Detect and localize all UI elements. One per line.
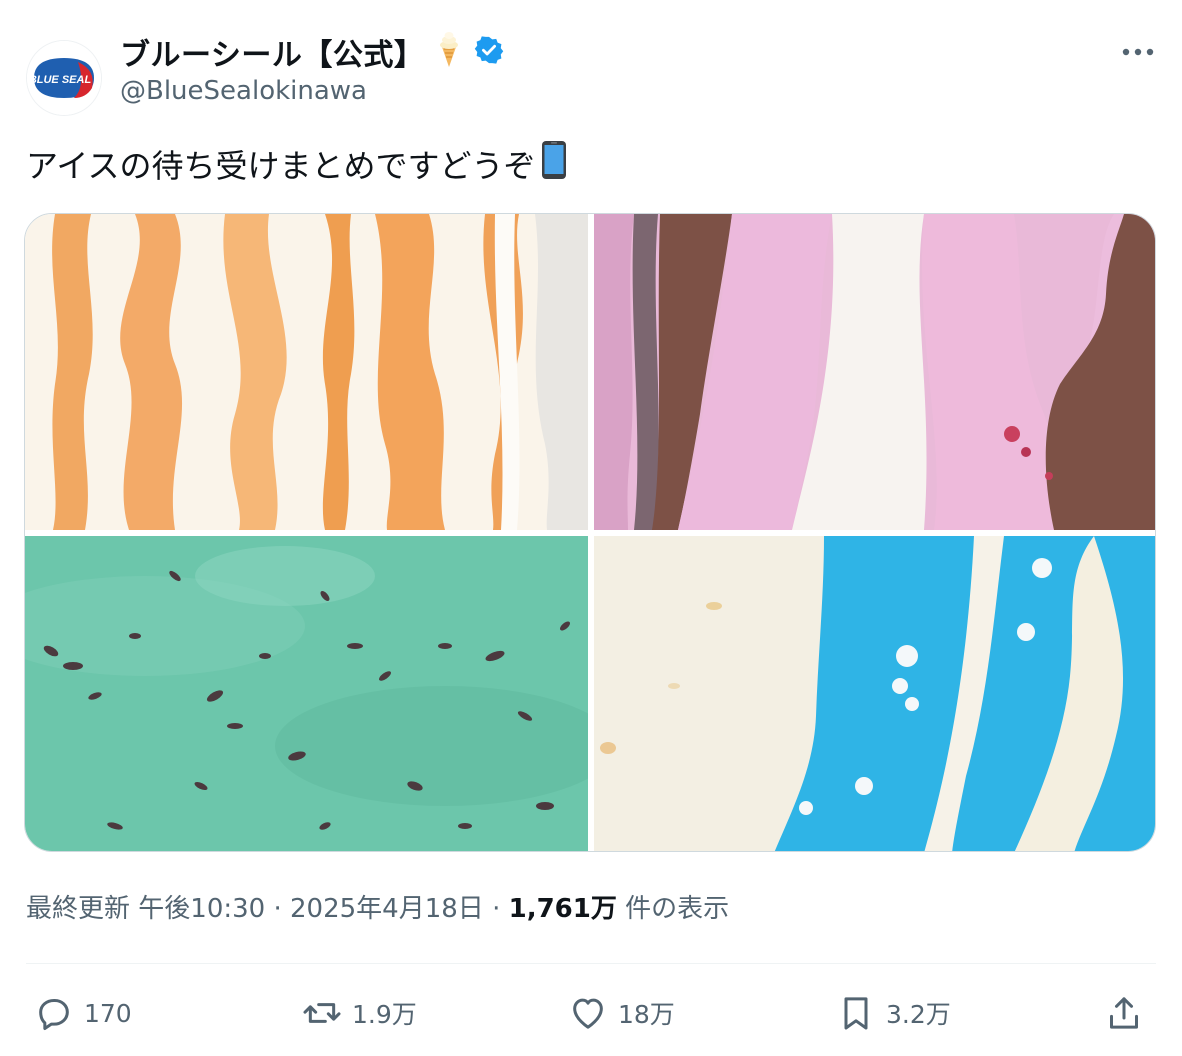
tweet-time[interactable]: 午後10:30 bbox=[138, 894, 265, 924]
tweet-meta: 最終更新 午後10:30 · 2025年4月18日 · 1,761万 件の表示 bbox=[26, 888, 729, 925]
mobile-phone-icon bbox=[541, 140, 567, 188]
blue-seal-logo: BLUE SEAL bbox=[27, 41, 101, 115]
ellipsis-icon bbox=[1122, 48, 1154, 56]
image-orange-swirl[interactable] bbox=[25, 214, 588, 530]
meta-separator: · bbox=[492, 894, 501, 924]
divider bbox=[26, 963, 1156, 964]
image-blue-white-swirl[interactable] bbox=[594, 536, 1155, 851]
media-grid[interactable] bbox=[24, 213, 1156, 852]
like-button[interactable]: 18万 bbox=[568, 985, 675, 1041]
bookmark-count: 3.2万 bbox=[886, 1000, 951, 1029]
image-mint-chocolate-chip[interactable] bbox=[25, 536, 588, 851]
soft-serve-icon bbox=[436, 31, 462, 73]
meta-prefix: 最終更新 bbox=[26, 894, 131, 924]
more-options-button[interactable] bbox=[1112, 36, 1164, 68]
tweet-date[interactable]: 2025年4月18日 bbox=[290, 894, 484, 924]
avatar[interactable]: BLUE SEAL bbox=[26, 40, 102, 116]
bookmark-button[interactable]: 3.2万 bbox=[836, 985, 951, 1041]
display-name[interactable]: ブルーシール【公式】 bbox=[120, 30, 424, 74]
share-button[interactable] bbox=[1104, 985, 1144, 1041]
image-pink-chocolate-stripes[interactable] bbox=[594, 214, 1155, 530]
share-icon bbox=[1110, 997, 1138, 1029]
retweet-button[interactable]: 1.9万 bbox=[302, 985, 417, 1041]
svg-text:BLUE SEAL: BLUE SEAL bbox=[29, 74, 92, 86]
view-count: 1,761万 bbox=[508, 894, 617, 924]
reply-count: 170 bbox=[84, 998, 132, 1028]
retweet-icon bbox=[303, 1003, 341, 1023]
tweet-text: アイスの待ち受けまとめですどうぞ bbox=[26, 140, 567, 188]
heart-icon bbox=[573, 998, 603, 1029]
author-name-row: ブルーシール【公式】 bbox=[120, 30, 504, 74]
verified-badge-icon[interactable] bbox=[474, 35, 504, 69]
meta-separator: · bbox=[273, 894, 282, 924]
like-count: 18万 bbox=[618, 1000, 675, 1029]
reply-button[interactable]: 170 bbox=[34, 985, 132, 1041]
retweet-count: 1.9万 bbox=[352, 1000, 417, 1029]
tweet-body: アイスの待ち受けまとめですどうぞ bbox=[26, 147, 536, 185]
view-count-label: 件の表示 bbox=[625, 894, 730, 924]
action-bar: 170 1.9万 18万 3.2万 bbox=[0, 985, 1182, 1041]
author-handle[interactable]: @BlueSealokinawa bbox=[120, 76, 367, 106]
bookmark-icon bbox=[844, 997, 868, 1030]
reply-icon bbox=[39, 999, 69, 1030]
